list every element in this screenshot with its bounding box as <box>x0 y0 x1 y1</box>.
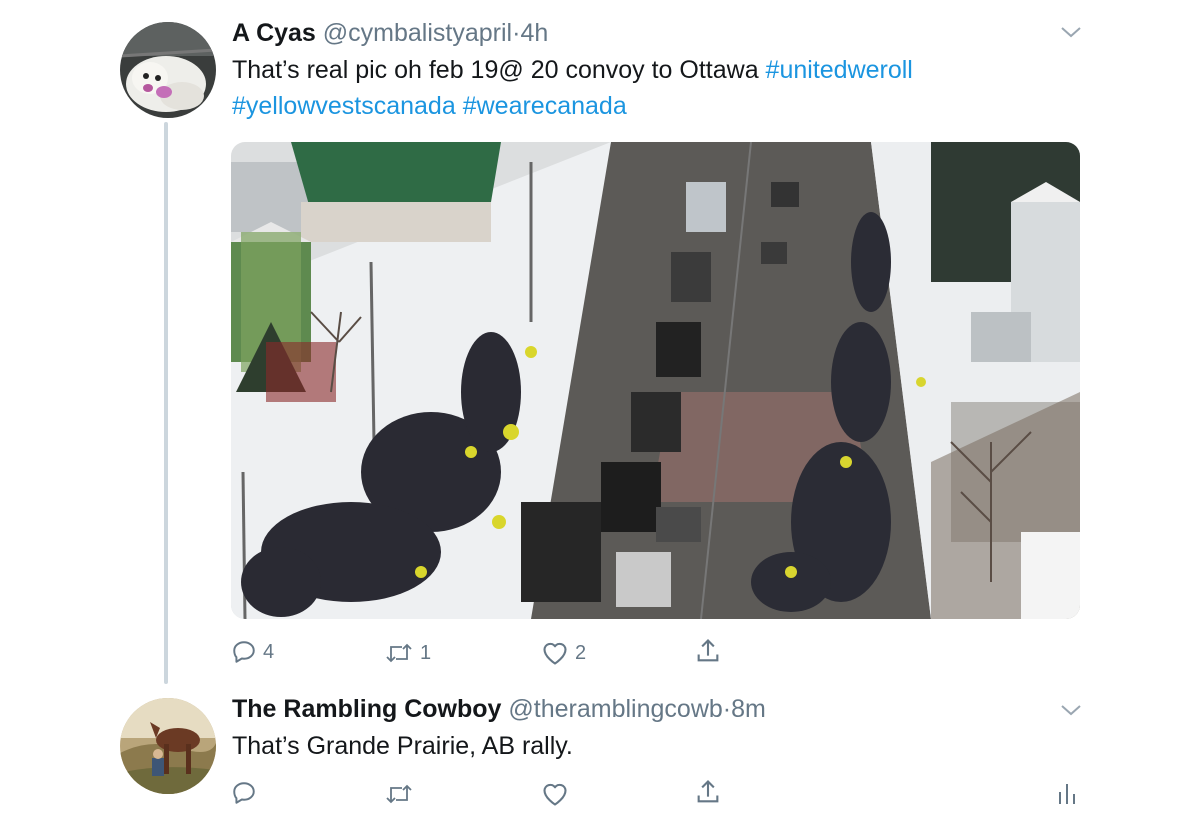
tweet-text: That’s real pic oh feb 19@ 20 convoy to … <box>232 52 1052 124</box>
like-button[interactable]: 2 <box>541 640 586 666</box>
like-count: 2 <box>575 641 587 664</box>
analytics-icon <box>1059 784 1075 804</box>
hashtag-link[interactable]: #unitedweroll <box>766 56 913 84</box>
reply-button[interactable]: 4 <box>231 639 274 665</box>
tweet-header: The Rambling Cowboy @theramblingcowb·8m <box>232 694 766 724</box>
heart-icon <box>543 642 567 665</box>
tweet-text-body: That’s real pic oh feb 19@ 20 convoy to … <box>232 56 766 84</box>
retweet-button[interactable] <box>384 782 414 806</box>
avatar[interactable] <box>120 22 216 118</box>
reply-icon <box>233 782 255 804</box>
tweet-header: A Cyas @cymbalistyapril·4h <box>232 18 548 48</box>
chevron-down-icon[interactable] <box>1060 24 1082 45</box>
tweet-photo[interactable] <box>231 142 1080 619</box>
heart-icon <box>543 783 567 806</box>
share-button[interactable] <box>694 778 722 806</box>
hashtag-link[interactable]: #wearecanada <box>463 92 627 120</box>
retweet-icon <box>386 643 412 663</box>
analytics-button[interactable] <box>1056 782 1078 806</box>
retweet-icon <box>386 784 412 804</box>
chevron-down-icon[interactable] <box>1060 702 1082 723</box>
timestamp[interactable]: 4h <box>520 19 548 47</box>
separator-dot: · <box>722 695 732 723</box>
retweet-count: 1 <box>420 641 432 664</box>
author-name[interactable]: A Cyas <box>232 19 316 47</box>
share-icon <box>697 639 719 662</box>
reply-count: 4 <box>263 640 275 663</box>
retweet-button[interactable]: 1 <box>384 641 431 665</box>
timestamp[interactable]: 8m <box>731 695 766 723</box>
tweet-text: That’s Grande Prairie, AB rally. <box>232 732 573 760</box>
author-name[interactable]: The Rambling Cowboy <box>232 695 501 723</box>
hashtag-link[interactable]: #yellowvestscanada <box>232 92 456 120</box>
reply-button[interactable] <box>231 780 257 806</box>
author-handle[interactable]: @theramblingcowb <box>508 695 722 723</box>
share-icon <box>697 780 719 803</box>
author-handle[interactable]: @cymbalistyapril <box>323 19 512 47</box>
like-button[interactable] <box>541 781 569 807</box>
thread-connector-line <box>164 122 168 684</box>
reply-icon <box>233 641 255 663</box>
share-button[interactable] <box>694 637 722 665</box>
avatar[interactable] <box>120 698 216 794</box>
